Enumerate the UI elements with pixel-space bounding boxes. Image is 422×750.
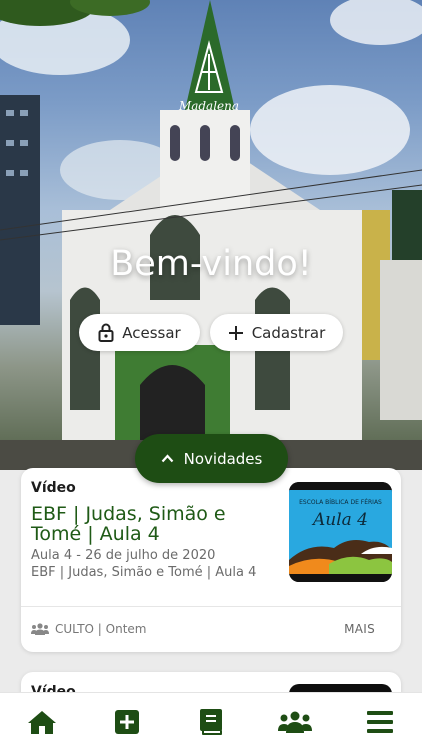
feed-card[interactable]: Vídeo EBF | Judas, Simão e Tomé | Aula 4…: [21, 468, 401, 652]
card-type-label: Vídeo: [31, 480, 76, 496]
home-icon: [28, 710, 57, 734]
menu-icon: [366, 710, 393, 733]
novidades-button[interactable]: Novidades: [135, 434, 288, 483]
hero-banner: Madalena Bem-vindo! Acessar Cadastrar: [0, 0, 422, 470]
bottom-tab-bar: [0, 692, 422, 750]
card-title[interactable]: EBF | Judas, Simão e Tomé | Aula 4: [31, 504, 281, 544]
card-subtitle-series: EBF | Judas, Simão e Tomé | Aula 4: [31, 565, 257, 580]
tab-add[interactable]: [97, 697, 157, 747]
thumbnail-title: Aula 4: [312, 510, 369, 530]
tab-bible[interactable]: [181, 697, 241, 747]
video-thumbnail[interactable]: ESCOLA BÍBLICA DE FÉRIAS Aula 4: [289, 482, 392, 582]
community-icon: [278, 711, 313, 733]
plus-icon: [228, 325, 243, 340]
card-subtitle-date: Aula 4 - 26 de julho de 2020: [31, 548, 216, 563]
signup-button[interactable]: Cadastrar: [210, 314, 343, 351]
chevron-up-icon: [161, 454, 173, 463]
novidades-label: Novidades: [183, 449, 263, 468]
tab-menu[interactable]: [350, 697, 410, 747]
lock-icon: [98, 323, 114, 342]
tab-home[interactable]: [12, 697, 72, 747]
madalena-logo: Madalena: [178, 40, 239, 113]
svg-text:Madalena: Madalena: [178, 99, 239, 113]
more-button[interactable]: MAIS: [344, 622, 375, 636]
add-icon: [114, 709, 139, 734]
login-label: Acessar: [122, 323, 181, 342]
thumbnail-header: ESCOLA BÍBLICA DE FÉRIAS: [299, 499, 382, 506]
card-meta: CULTO | Ontem: [31, 622, 146, 636]
bible-icon: [199, 708, 222, 735]
card-meta-text: CULTO | Ontem: [55, 622, 147, 636]
signup-label: Cadastrar: [251, 323, 326, 342]
users-icon: [31, 623, 49, 635]
login-button[interactable]: Acessar: [79, 314, 200, 351]
welcome-heading: Bem-vindo!: [110, 244, 312, 284]
tab-community[interactable]: [265, 697, 325, 747]
card-divider: [21, 606, 401, 607]
